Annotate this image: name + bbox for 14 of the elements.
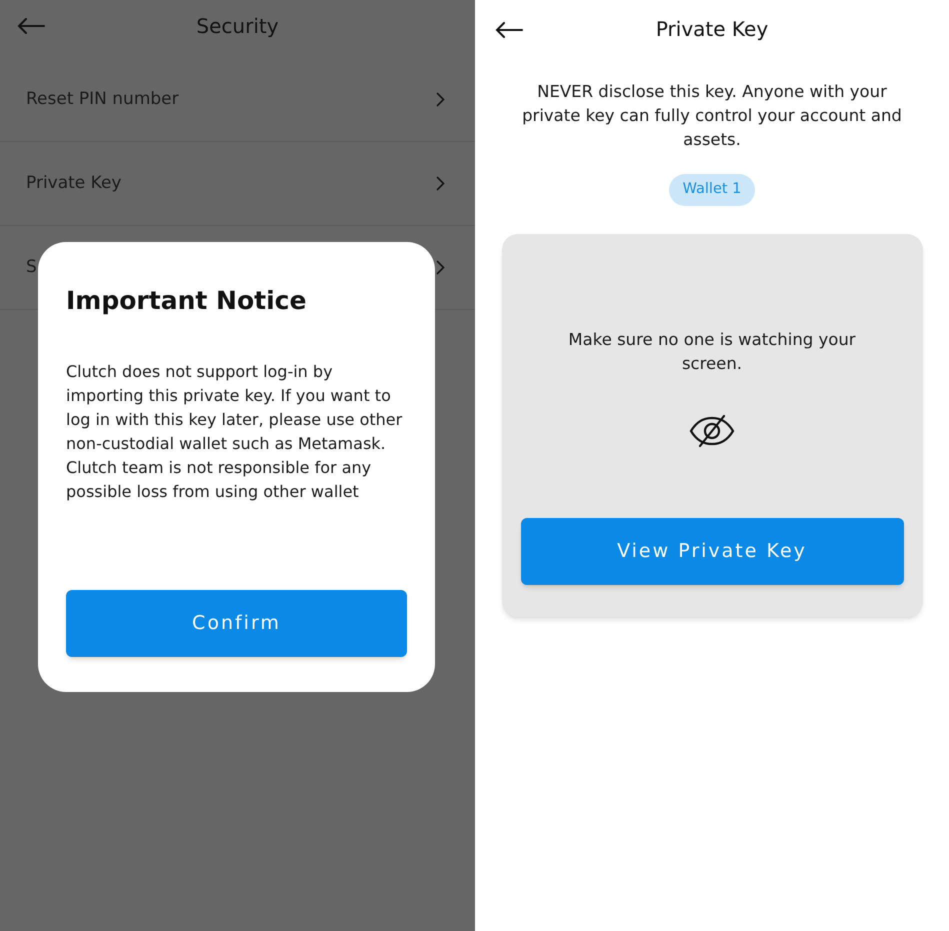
confirm-button[interactable]: Confirm [66,590,407,657]
wallet-badge: Wallet 1 [668,174,756,206]
chevron-right-icon [436,92,445,107]
warning-text: NEVER disclose this key. Anyone with your private key can fully control your account and assets. [521,81,903,151]
caution-text: Make sure no one is watching your screen. [567,329,857,375]
dialog-message: Clutch does not support log-in by importing this private key. If you want to log in with this key later, please use other non-custodial wallet such as Metamask. Clutch team is not responsible for any possible loss from using other wallet [66,360,404,502]
screen-title: Security [196,13,279,40]
screen-title: Private Key [656,16,768,43]
chevron-right-icon [436,260,445,275]
dialog-title: Important Notice [66,285,308,317]
eye-off-icon [689,414,735,448]
view-private-key-button[interactable]: View Private Key [520,518,904,585]
chevron-right-icon [436,176,445,191]
back-arrow-icon[interactable] [495,22,523,38]
